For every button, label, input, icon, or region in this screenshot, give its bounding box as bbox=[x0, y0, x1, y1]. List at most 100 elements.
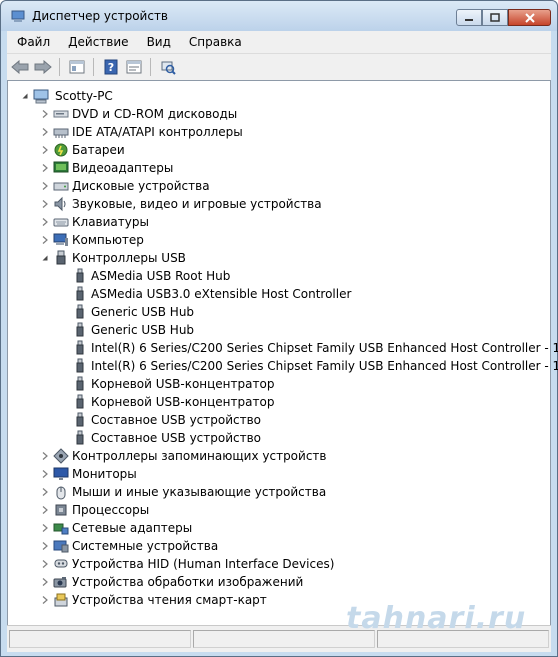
help-button[interactable]: ? bbox=[101, 58, 121, 76]
title-bar[interactable]: Диспетчер устройств bbox=[1, 1, 557, 31]
tree-category-battery[interactable]: Батареи bbox=[42, 141, 125, 159]
scan-hardware-changes-button[interactable] bbox=[158, 58, 178, 76]
menu-help[interactable]: Справка bbox=[179, 35, 250, 49]
ide-controller-icon bbox=[53, 124, 69, 140]
tree-category-system-devices[interactable]: Системные устройства bbox=[42, 537, 219, 555]
usb-device-icon bbox=[72, 322, 88, 338]
tree-category-network-adapter[interactable]: Сетевые адаптеры bbox=[42, 519, 192, 537]
category-label: Мониторы bbox=[72, 467, 137, 481]
collapse-arrow-icon[interactable] bbox=[21, 92, 29, 100]
expand-arrow-icon[interactable] bbox=[41, 524, 49, 532]
usb-device-icon bbox=[72, 394, 88, 410]
device-label: Generic USB Hub bbox=[91, 305, 195, 319]
device-label: Intel(R) 6 Series/C200 Series Chipset Fa… bbox=[91, 359, 558, 373]
svg-text:?: ? bbox=[108, 61, 114, 74]
scan-hardware-icon bbox=[161, 61, 176, 75]
expand-arrow-icon[interactable] bbox=[41, 488, 49, 496]
usb-device-icon bbox=[72, 340, 88, 356]
tree-category-speaker[interactable]: Звуковые, видео и игровые устройства bbox=[42, 195, 322, 213]
window-title: Диспетчер устройств bbox=[32, 9, 169, 23]
expand-arrow-icon[interactable] bbox=[41, 110, 49, 118]
display-adapter-icon bbox=[53, 160, 69, 176]
category-label: Компьютер bbox=[72, 233, 144, 247]
tree-category-hid[interactable]: Устройства HID (Human Interface Devices) bbox=[42, 555, 334, 573]
tree-category-keyboard[interactable]: Клавиатуры bbox=[42, 213, 149, 231]
menu-bar: Файл Действие Вид Справка bbox=[7, 31, 551, 53]
forward-button[interactable] bbox=[33, 58, 53, 76]
expand-arrow-icon[interactable] bbox=[41, 452, 49, 460]
maximize-button[interactable] bbox=[482, 9, 508, 26]
expand-arrow-icon[interactable] bbox=[41, 596, 49, 604]
usb-device-item[interactable]: Составное USB устройство bbox=[72, 411, 261, 429]
device-label: Корневой USB-концентратор bbox=[91, 377, 275, 391]
expand-arrow-icon[interactable] bbox=[41, 182, 49, 190]
category-label: Процессоры bbox=[72, 503, 150, 517]
device-label: Составное USB устройство bbox=[91, 431, 262, 445]
expand-arrow-icon[interactable] bbox=[41, 146, 49, 154]
tree-category-mouse[interactable]: Мыши и иные указывающие устройства bbox=[42, 483, 327, 501]
expand-arrow-icon[interactable] bbox=[41, 506, 49, 514]
expand-arrow-icon[interactable] bbox=[41, 560, 49, 568]
minimize-button[interactable] bbox=[456, 9, 482, 26]
usb-device-item[interactable]: Intel(R) 6 Series/C200 Series Chipset Fa… bbox=[72, 357, 558, 375]
minimize-icon bbox=[465, 18, 473, 21]
tree-category-display-adapter[interactable]: Видеоадаптеры bbox=[42, 159, 173, 177]
menu-view[interactable]: Вид bbox=[137, 35, 179, 49]
tree-category-monitor[interactable]: Мониторы bbox=[42, 465, 137, 483]
usb-device-item[interactable]: Корневой USB-концентратор bbox=[72, 375, 274, 393]
computer-root-icon bbox=[33, 88, 49, 104]
network-adapter-icon bbox=[53, 520, 69, 536]
expand-arrow-icon[interactable] bbox=[41, 218, 49, 226]
forward-arrow-icon bbox=[34, 60, 52, 74]
computer-icon bbox=[53, 232, 69, 248]
usb-device-item[interactable]: Корневой USB-концентратор bbox=[72, 393, 274, 411]
show-hide-console-tree-button[interactable] bbox=[67, 58, 87, 76]
device-tree-pane[interactable]: Scotty-PC DVD и CD-ROM дисководы IDE ATA/A… bbox=[7, 80, 558, 626]
menu-action[interactable]: Действие bbox=[58, 35, 136, 49]
expand-arrow-icon[interactable] bbox=[41, 236, 49, 244]
category-label: Мыши и иные указывающие устройства bbox=[72, 485, 327, 499]
category-label: Системные устройства bbox=[72, 539, 219, 553]
device-label: Корневой USB-концентратор bbox=[91, 395, 275, 409]
properties-button[interactable] bbox=[124, 58, 144, 76]
tree-category-computer[interactable]: Компьютер bbox=[42, 231, 144, 249]
category-label: Устройства чтения смарт-карт bbox=[72, 593, 267, 607]
expand-arrow-icon[interactable] bbox=[41, 164, 49, 172]
close-button[interactable] bbox=[508, 9, 551, 26]
usb-device-item[interactable]: Generic USB Hub bbox=[72, 303, 194, 321]
toolbar: ? bbox=[7, 53, 551, 81]
expand-arrow-icon[interactable] bbox=[41, 128, 49, 136]
usb-device-icon bbox=[72, 376, 88, 392]
disk-drive-icon bbox=[53, 178, 69, 194]
category-label: Батареи bbox=[72, 143, 125, 157]
back-button[interactable] bbox=[10, 58, 30, 76]
tree-category-processor[interactable]: Процессоры bbox=[42, 501, 150, 519]
tree-category-disk-drive[interactable]: Дисковые устройства bbox=[42, 177, 210, 195]
tree-category-ide-controller[interactable]: IDE ATA/ATAPI контроллеры bbox=[42, 123, 243, 141]
close-icon bbox=[524, 12, 535, 23]
tree-category-smart-card-reader[interactable]: Устройства чтения смарт-карт bbox=[42, 591, 267, 609]
tree-category-dvd-drive[interactable]: DVD и CD-ROM дисководы bbox=[42, 105, 237, 123]
menu-file[interactable]: Файл bbox=[7, 35, 58, 49]
expand-arrow-icon[interactable] bbox=[41, 578, 49, 586]
expand-arrow-icon[interactable] bbox=[41, 200, 49, 208]
tree-category-usb-plug[interactable]: Контроллеры USB bbox=[42, 249, 186, 267]
usb-device-icon bbox=[72, 412, 88, 428]
usb-device-item[interactable]: Generic USB Hub bbox=[72, 321, 194, 339]
properties-icon bbox=[126, 60, 142, 74]
device-label: Intel(R) 6 Series/C200 Series Chipset Fa… bbox=[91, 341, 558, 355]
tree-category-storage-controller[interactable]: Контроллеры запоминающих устройств bbox=[42, 447, 326, 465]
storage-controller-icon bbox=[53, 448, 69, 464]
collapse-arrow-icon[interactable] bbox=[41, 254, 49, 262]
expand-arrow-icon[interactable] bbox=[41, 470, 49, 478]
help-icon: ? bbox=[104, 59, 118, 75]
tree-category-camera[interactable]: Устройства обработки изображений bbox=[42, 573, 303, 591]
usb-device-item[interactable]: Intel(R) 6 Series/C200 Series Chipset Fa… bbox=[72, 339, 558, 357]
usb-device-item[interactable]: ASMedia USB3.0 eXtensible Host Controlle… bbox=[72, 285, 351, 303]
expand-arrow-icon[interactable] bbox=[41, 542, 49, 550]
maximize-icon bbox=[490, 13, 500, 22]
usb-device-item[interactable]: Составное USB устройство bbox=[72, 429, 261, 447]
tree-root-node[interactable]: Scotty-PC bbox=[22, 87, 116, 105]
category-label: Звуковые, видео и игровые устройства bbox=[72, 197, 322, 211]
usb-device-item[interactable]: ASMedia USB Root Hub bbox=[72, 267, 230, 285]
